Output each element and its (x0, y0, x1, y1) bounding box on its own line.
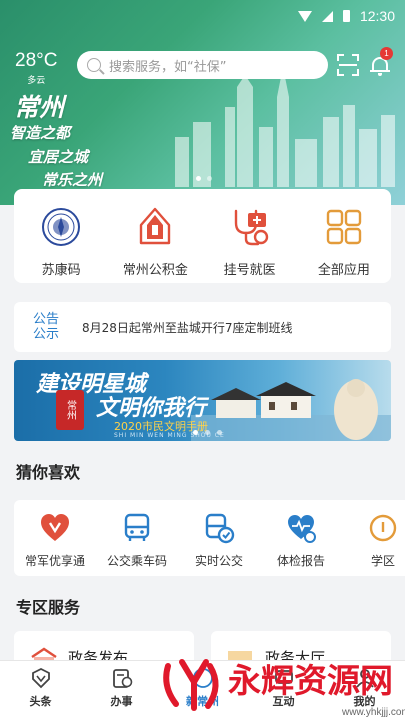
promo-banner[interactable]: 建设明星城 常州 文明你我行 2020市民文明手册 SHI MIN WEN MI… (14, 360, 391, 441)
zone-section-title: 专区服务 (16, 598, 81, 617)
realtime-bus-icon (205, 513, 235, 544)
quick-service-label: 挂号就医 (223, 263, 276, 278)
water-town-illustration (191, 379, 391, 441)
guess-item[interactable]: 学区 (342, 500, 405, 576)
quick-service-label: 常州公积金 (122, 263, 188, 278)
military-heart-icon (41, 514, 69, 541)
watermark-logo: 永辉资源网 www.yhkjjj.com (163, 659, 405, 718)
grid-apps-icon (326, 209, 362, 245)
banner-slogan-3: 常乐之州 (42, 171, 103, 189)
banner-slogan-2: 宜居之城 (28, 148, 89, 166)
tab-label: 办事 (110, 695, 133, 708)
signal-icon (321, 10, 333, 22)
quick-services-card: 苏康码 常州公积金 挂号就医 全部应用 (14, 189, 391, 283)
city-skyline-illustration (175, 67, 395, 187)
announcement-tag: 公告 公示 (32, 312, 59, 342)
weather-widget[interactable]: 28°C 多云 (15, 50, 57, 86)
announcement-bar[interactable]: 公告 公示 8月28日起常州至盐城开行7座定制班线 (14, 302, 391, 352)
guess-section-title: 猜你喜欢 (16, 463, 81, 482)
pagination-dot (217, 430, 222, 435)
guess-list: 常军优享通 公交乘车码 实时公交 体检报告 学区 (14, 500, 405, 576)
status-time: 12:30 (359, 8, 395, 24)
notification-badge: 1 (380, 47, 393, 60)
headline-icon (31, 667, 50, 689)
search-input[interactable]: 搜索服务，如“社保” (109, 56, 226, 75)
weather-condition: 多云 (27, 76, 46, 86)
guess-item[interactable]: 常军优享通 (14, 500, 96, 576)
search-icon (87, 58, 101, 72)
pagination-dot (207, 176, 212, 181)
bus-icon (124, 513, 150, 541)
quick-service-label: 苏康码 (41, 263, 81, 278)
guess-item-label: 体检报告 (276, 554, 325, 568)
promo-seal: 常州 (56, 390, 84, 430)
status-bar: 12:30 (0, 0, 405, 34)
wifi-icon (297, 10, 312, 22)
search-bar[interactable]: 搜索服务，如“社保” (77, 51, 328, 79)
banner-slogan-1: 智造之都 (10, 124, 71, 142)
quick-service-registration[interactable]: 挂号就医 (203, 189, 297, 283)
quick-service-label: 全部应用 (317, 263, 370, 278)
pagination-dot (196, 176, 201, 181)
guess-item-label: 实时公交 (194, 554, 243, 568)
guess-item[interactable]: 实时公交 (178, 500, 260, 576)
tab-service[interactable]: 办事 (81, 661, 162, 720)
scan-icon[interactable] (337, 54, 359, 76)
health-report-icon (288, 515, 316, 543)
pagination-dot (193, 430, 198, 435)
banner-pagination (196, 176, 212, 181)
guess-item-label: 公交乘车码 (106, 554, 167, 568)
pagination-dot (205, 430, 210, 435)
header-banner: 12:30 28°C 多云 搜索服务，如“社保” 1 常州 智造之都 宜居之城 … (0, 0, 405, 205)
weather-temperature: 28°C (15, 50, 58, 71)
battery-icon (342, 10, 350, 22)
svg-text:www.yhkjjj.com: www.yhkjjj.com (341, 707, 405, 718)
announcement-text: 8月28日起常州至盐城开行7座定制班线 (82, 320, 293, 335)
tab-label: 头条 (29, 695, 52, 708)
service-icon (112, 669, 132, 688)
stethoscope-icon (234, 209, 268, 246)
guess-item-label: 常军优享通 (24, 554, 85, 568)
banner-title: 常州 (14, 93, 65, 122)
svg-text:永辉资源网: 永辉资源网 (228, 661, 393, 700)
promo-pagination (193, 430, 222, 435)
guess-item[interactable]: 体检报告 (260, 500, 342, 576)
quick-service-sukangma[interactable]: 苏康码 (14, 189, 108, 283)
guess-item-label: 学区 (370, 554, 395, 568)
quick-service-housing-fund[interactable]: 常州公积金 (108, 189, 202, 283)
tab-headline[interactable]: 头条 (0, 661, 81, 720)
guess-item[interactable]: 公交乘车码 (96, 500, 178, 576)
quick-service-all-apps[interactable]: 全部应用 (297, 189, 391, 283)
school-district-icon (369, 514, 397, 542)
housing-fund-icon (140, 207, 171, 245)
seal-emblem-icon (42, 208, 81, 246)
